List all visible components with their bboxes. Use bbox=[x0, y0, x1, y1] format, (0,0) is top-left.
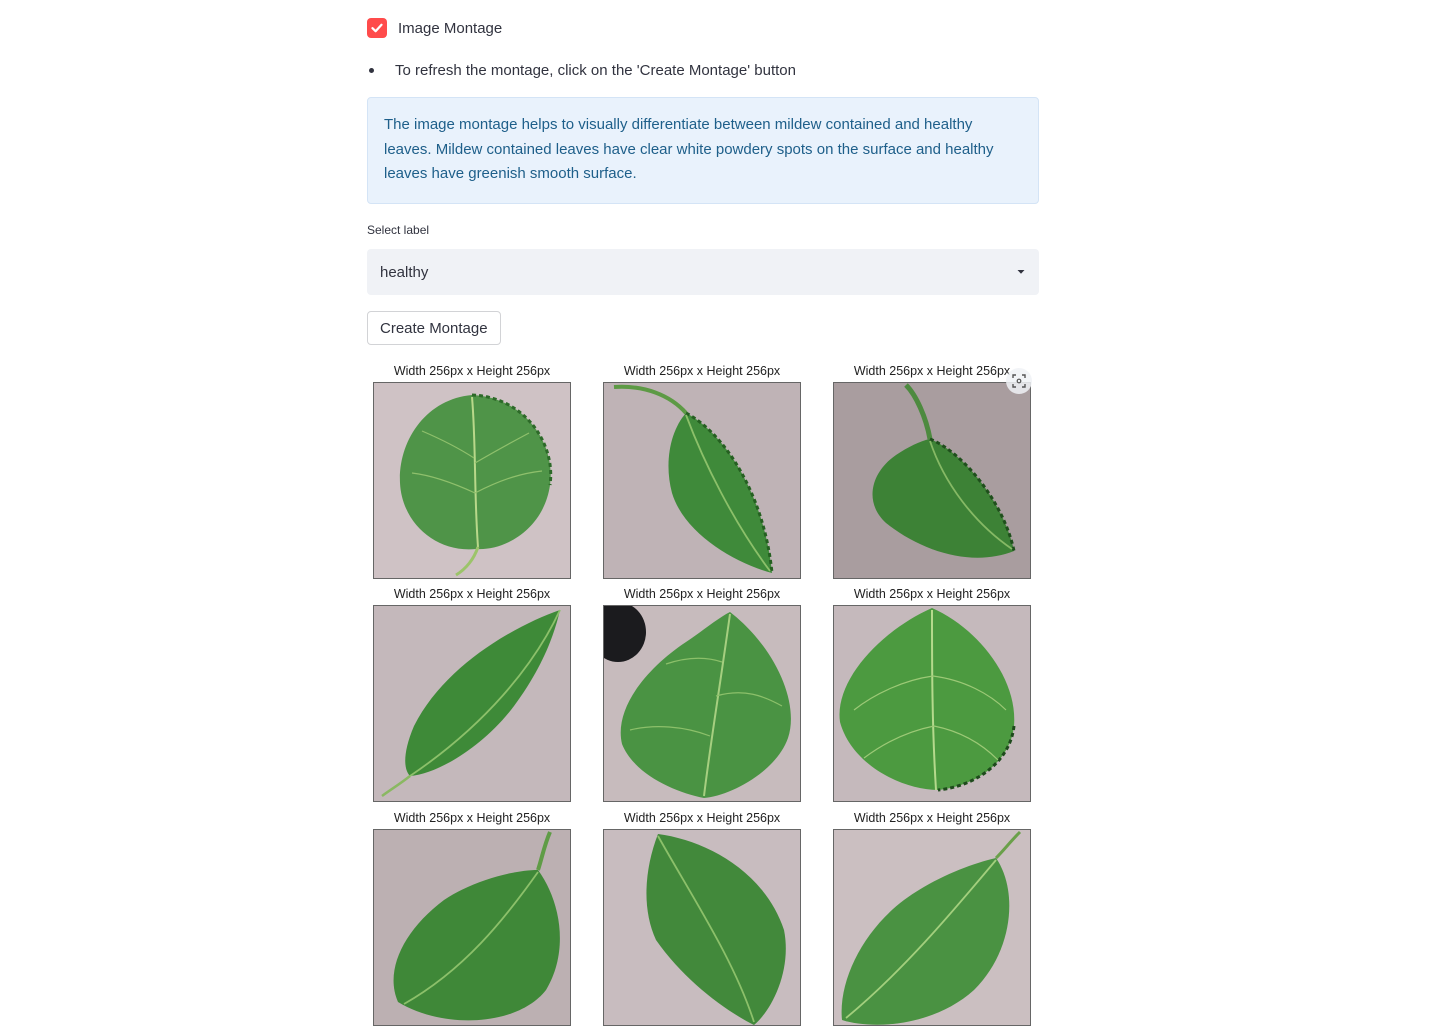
leaf-image bbox=[603, 382, 801, 579]
select-label: Select label bbox=[367, 223, 430, 237]
leaf-image bbox=[603, 605, 801, 802]
fullscreen-icon bbox=[1012, 374, 1026, 388]
refresh-note-text: To refresh the montage, click on the 'Cr… bbox=[395, 61, 796, 79]
leaf-image bbox=[373, 382, 571, 579]
montage-cell-title: Width 256px x Height 256px bbox=[393, 364, 551, 378]
create-montage-button[interactable]: Create Montage bbox=[367, 311, 501, 345]
montage-cell-title: Width 256px x Height 256px bbox=[623, 587, 781, 601]
leaf-image bbox=[833, 382, 1031, 579]
montage-cell-title: Width 256px x Height 256px bbox=[853, 587, 1011, 601]
montage-cell: Width 256px x Height 256px bbox=[597, 583, 801, 805]
checkbox-box[interactable] bbox=[367, 18, 387, 38]
montage-cell-title: Width 256px x Height 256px bbox=[623, 364, 781, 378]
leaf-image bbox=[833, 829, 1031, 1026]
fullscreen-button[interactable] bbox=[1006, 368, 1032, 394]
leaf-image bbox=[833, 605, 1031, 802]
montage-cell-title: Width 256px x Height 256px bbox=[393, 587, 551, 601]
bullet-dot bbox=[369, 67, 374, 73]
checkbox-label: Image Montage bbox=[398, 19, 503, 37]
montage-cell: Width 256px x Height 256px bbox=[367, 583, 571, 805]
select-value: healthy bbox=[380, 263, 429, 281]
montage-cell-title: Width 256px x Height 256px bbox=[853, 364, 1011, 378]
caret-down-icon bbox=[1017, 270, 1025, 274]
leaf-image bbox=[603, 829, 801, 1026]
refresh-note: To refresh the montage, click on the 'Cr… bbox=[367, 59, 796, 81]
montage-cell-title: Width 256px x Height 256px bbox=[623, 811, 781, 825]
image-montage: Width 256px x Height 256px Width 256px x… bbox=[367, 360, 1039, 1026]
montage-cell: Width 256px x Height 256px bbox=[367, 360, 571, 582]
label-select[interactable]: healthy bbox=[367, 249, 1039, 295]
info-text: The image montage helps to visually diff… bbox=[384, 116, 994, 182]
montage-cell: Width 256px x Height 256px bbox=[827, 583, 1031, 805]
leaf-image bbox=[373, 829, 571, 1026]
montage-cell: Width 256px x Height 256px bbox=[827, 360, 1031, 582]
image-montage-checkbox[interactable]: Image Montage bbox=[367, 16, 502, 40]
montage-cell: Width 256px x Height 256px bbox=[827, 807, 1031, 1029]
montage-cell-title: Width 256px x Height 256px bbox=[853, 811, 1011, 825]
montage-cell-title: Width 256px x Height 256px bbox=[393, 811, 551, 825]
leaf-image bbox=[373, 605, 571, 802]
montage-cell: Width 256px x Height 256px bbox=[367, 807, 571, 1029]
montage-cell: Width 256px x Height 256px bbox=[597, 360, 801, 582]
check-icon bbox=[371, 23, 383, 33]
info-alert: The image montage helps to visually diff… bbox=[367, 97, 1039, 204]
montage-cell: Width 256px x Height 256px bbox=[597, 807, 801, 1029]
